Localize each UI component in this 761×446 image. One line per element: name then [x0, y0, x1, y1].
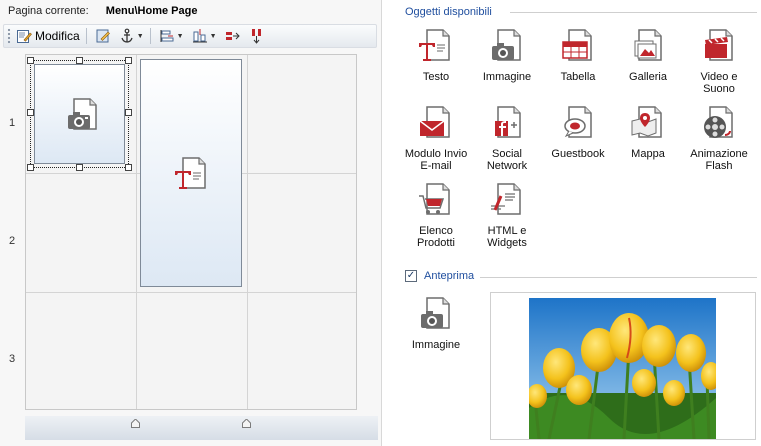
text-icon [416, 28, 456, 68]
resize-handle[interactable] [27, 109, 34, 116]
resize-handle[interactable] [125, 109, 132, 116]
chevron-down-icon: ▼ [176, 32, 184, 40]
align-button[interactable]: ▼ [156, 26, 187, 46]
object-item-label: Modulo Invio E-mail [404, 148, 468, 172]
split-icon [249, 28, 265, 44]
anchor-icon [119, 28, 135, 44]
preview-checkbox-label[interactable]: Anteprima [424, 270, 479, 282]
social-icon [487, 105, 527, 145]
object-item-label: Testo [422, 71, 450, 83]
camera-icon [487, 28, 527, 68]
grid-row-divider [26, 292, 356, 293]
merge-button[interactable] [222, 26, 244, 46]
edit-button[interactable]: Modifica [13, 26, 83, 46]
object-item-html-widgets[interactable]: HTML e Widgets [474, 182, 540, 249]
row-number: 3 [9, 353, 16, 365]
object-item-guestbook[interactable]: Guestbook [545, 105, 611, 160]
merge-icon [225, 28, 241, 44]
row-number: 1 [9, 117, 16, 129]
object-item-image[interactable]: Immagine [474, 28, 540, 83]
object-item-label: Elenco Prodotti [417, 225, 455, 249]
edit-properties-icon [95, 28, 111, 44]
object-item-label: Mappa [631, 148, 665, 160]
objects-panel-title-row: Oggetti disponibili [405, 6, 496, 18]
text-icon [172, 156, 212, 196]
object-item-map[interactable]: Mappa [615, 105, 681, 160]
map-icon [628, 105, 668, 145]
section-divider [480, 277, 757, 278]
preview-item-label: Immagine [411, 339, 461, 351]
preview-area [490, 292, 756, 440]
object-item-label: Galleria [629, 71, 667, 83]
text-object[interactable] [140, 59, 242, 287]
objects-panel-title: Oggetti disponibili [405, 6, 496, 18]
object-item-gallery[interactable]: Galleria [615, 28, 681, 83]
flash-icon [699, 105, 739, 145]
preview-checkbox[interactable]: ✓ [405, 270, 417, 282]
current-page-value: Menu\Home Page [105, 5, 198, 17]
object-item-flash[interactable]: Animazione Flash [686, 105, 752, 172]
split-button[interactable] [246, 26, 268, 46]
camera-icon [416, 296, 456, 336]
object-item-video[interactable]: Video e Suono [686, 28, 752, 95]
distribute-button[interactable]: ▼ [189, 26, 220, 46]
object-item-label: HTML e Widgets [487, 225, 527, 249]
grid-column-divider[interactable] [247, 55, 248, 409]
object-item-label: Video e Suono [700, 71, 738, 95]
resize-handle[interactable] [27, 164, 34, 171]
column-ruler [25, 416, 378, 440]
current-page-row: Pagina corrente: Menu\Home Page [8, 5, 197, 19]
video-icon [699, 28, 739, 68]
object-item-label: Guestbook [551, 148, 605, 160]
section-divider [510, 12, 757, 13]
resize-handle[interactable] [125, 164, 132, 171]
resize-handle[interactable] [76, 164, 83, 171]
row-number: 2 [9, 235, 16, 247]
object-item-table[interactable]: Tabella [545, 28, 611, 83]
preview-object-item: Immagine [403, 296, 469, 351]
gallery-icon [628, 28, 668, 68]
object-item-text[interactable]: Testo [403, 28, 469, 83]
layout-editor-pane: Pagina corrente: Menu\Home Page Modifica… [0, 0, 382, 446]
cart-icon [416, 182, 456, 222]
anchor-button[interactable]: ▼ [116, 26, 147, 46]
object-item-label: Tabella [560, 71, 596, 83]
chevron-down-icon: ▼ [136, 32, 144, 40]
image-object[interactable] [34, 64, 125, 164]
column-marker[interactable] [131, 419, 140, 428]
resize-handle[interactable] [76, 57, 83, 64]
tulips-preview-image [529, 298, 716, 439]
align-icon [159, 28, 175, 44]
object-item-label: Animazione Flash [690, 148, 748, 172]
toolbar-separator [149, 28, 151, 44]
object-item-email-form[interactable]: Modulo Invio E-mail [403, 105, 469, 172]
chevron-down-icon: ▼ [209, 32, 217, 40]
object-item-product-list[interactable]: Elenco Prodotti [403, 182, 469, 249]
object-item-label: Immagine [482, 71, 532, 83]
column-marker[interactable] [242, 419, 251, 428]
edit-icon [16, 28, 32, 44]
resize-handle[interactable] [125, 57, 132, 64]
email-icon [416, 105, 456, 145]
object-item-label: Social Network [486, 148, 528, 172]
guestbook-icon [558, 105, 598, 145]
distribute-icon [192, 28, 208, 44]
html-icon [487, 182, 527, 222]
edit-label: Modifica [35, 29, 80, 43]
toolbar-separator [85, 28, 87, 44]
toolbar-grip[interactable] [7, 28, 11, 44]
layout-toolbar: Modifica ▼ ▼ ▼ [3, 24, 377, 48]
layout-grid[interactable] [25, 54, 357, 410]
object-item-social[interactable]: Social Network [474, 105, 540, 172]
camera-icon [65, 97, 105, 137]
grid-column-divider[interactable] [136, 55, 137, 409]
edit-properties-button[interactable] [92, 26, 114, 46]
current-page-label: Pagina corrente: [8, 5, 89, 17]
resize-handle[interactable] [27, 57, 34, 64]
table-icon [558, 28, 598, 68]
